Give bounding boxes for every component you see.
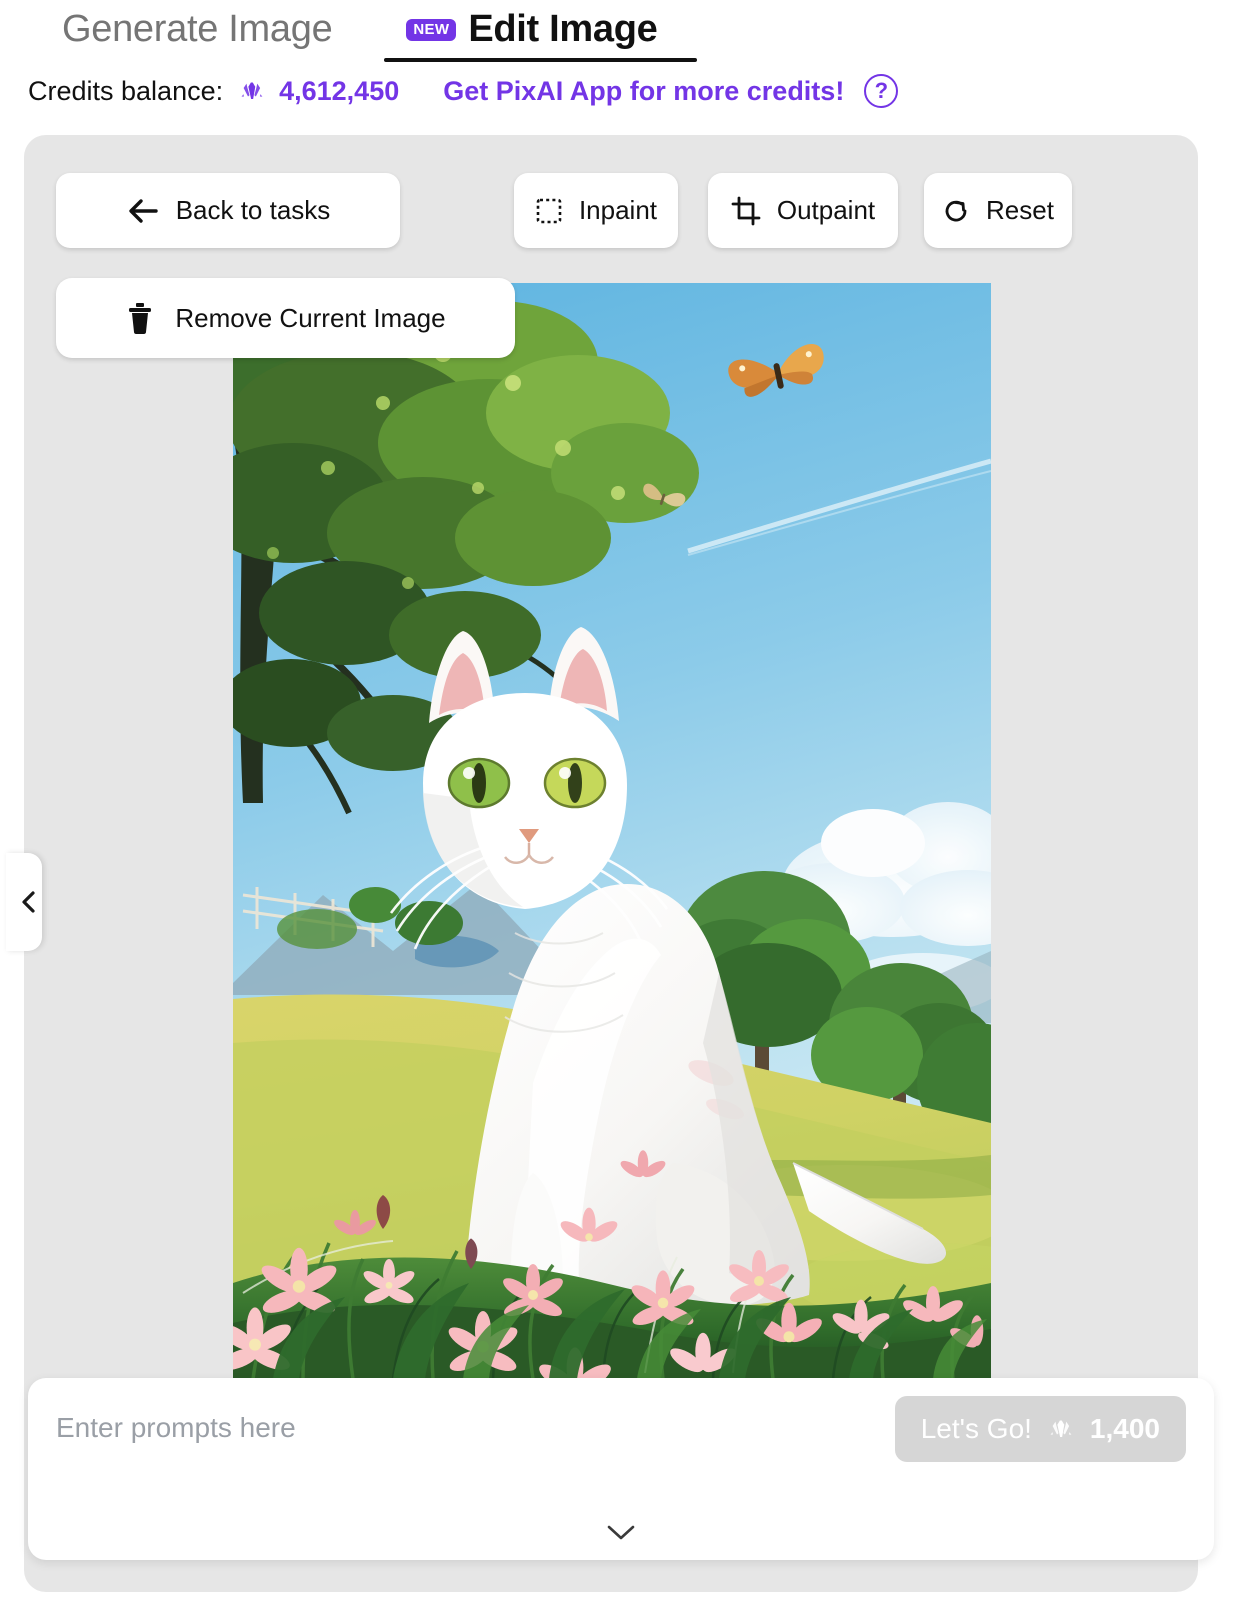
inpaint-label: Inpaint	[579, 195, 657, 226]
reset-button[interactable]: Reset	[924, 173, 1072, 248]
chevron-down-icon	[604, 1522, 638, 1542]
chevron-left-icon	[19, 887, 39, 917]
tab-edit-image[interactable]: NEW Edit Image	[400, 0, 663, 58]
lets-go-cost: 1,400	[1090, 1413, 1160, 1445]
remove-current-image-button[interactable]: Remove Current Image	[56, 278, 515, 358]
lets-go-label: Let's Go!	[921, 1413, 1032, 1445]
inpaint-button[interactable]: Inpaint	[514, 173, 678, 248]
credits-bar: Credits balance: 4,612,450 Get PixAI App…	[28, 70, 898, 112]
new-badge: NEW	[406, 19, 456, 41]
cat-meadow-illustration	[233, 283, 991, 1379]
tab-active-underline	[384, 58, 697, 62]
get-app-link[interactable]: Get PixAI App for more credits!	[443, 76, 844, 107]
crop-icon	[731, 196, 761, 226]
mode-tabbar: Generate Image NEW Edit Image	[0, 0, 1242, 66]
outpaint-label: Outpaint	[777, 195, 875, 226]
tab-edit-image-label: Edit Image	[468, 0, 657, 58]
question-mark-circle-icon[interactable]: ?	[864, 74, 898, 108]
trash-icon	[125, 301, 155, 335]
sidebar-collapse-handle[interactable]	[6, 853, 42, 951]
arrow-left-icon	[126, 196, 160, 226]
back-to-tasks-label: Back to tasks	[176, 195, 331, 226]
reset-label: Reset	[986, 195, 1054, 226]
gem-crystal-icon	[237, 76, 267, 106]
tab-generate-image-label: Generate Image	[62, 0, 332, 58]
prompt-input[interactable]	[56, 1400, 816, 1456]
tab-generate-image[interactable]: Generate Image	[56, 0, 338, 58]
refresh-cw-icon	[942, 197, 970, 225]
editor-panel: Back to tasks Inpaint Outpaint	[24, 135, 1198, 1592]
prompt-bar: Let's Go! 1,400	[28, 1378, 1214, 1560]
edited-image-canvas[interactable]	[233, 283, 991, 1379]
prompt-expand-toggle[interactable]	[28, 1522, 1214, 1542]
dashed-square-icon	[535, 197, 563, 225]
remove-current-image-label: Remove Current Image	[175, 303, 445, 334]
credits-amount: 4,612,450	[279, 76, 399, 107]
app-root: Generate Image NEW Edit Image Credits ba…	[0, 0, 1242, 1608]
credits-balance-label: Credits balance:	[28, 76, 223, 107]
back-to-tasks-button[interactable]: Back to tasks	[56, 173, 400, 248]
gem-crystal-icon	[1046, 1414, 1076, 1444]
outpaint-button[interactable]: Outpaint	[708, 173, 898, 248]
lets-go-button[interactable]: Let's Go! 1,400	[895, 1396, 1186, 1462]
